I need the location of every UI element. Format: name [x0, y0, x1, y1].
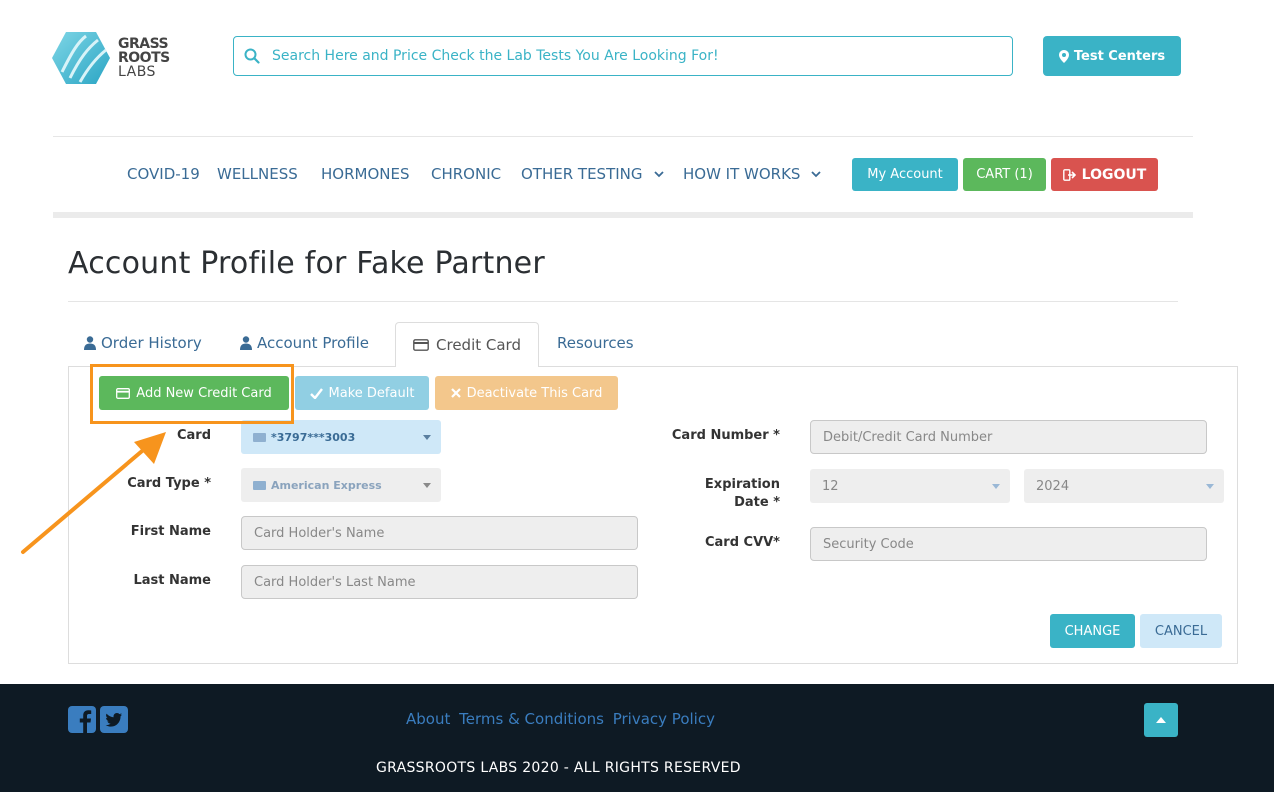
- brand-line-1: GRASS: [118, 36, 169, 52]
- header-divider: [53, 136, 1193, 137]
- footer-link-about[interactable]: About: [406, 710, 450, 728]
- caret-up-icon: [1156, 717, 1166, 723]
- close-icon: [450, 388, 461, 398]
- first-name-placeholder: Card Holder's Name: [254, 525, 385, 541]
- my-account-button[interactable]: My Account: [852, 158, 958, 191]
- deactivate-card-button[interactable]: Deactivate This Card: [435, 376, 618, 410]
- tab-resources[interactable]: Resources: [557, 334, 634, 352]
- card-type-value: American Express: [271, 478, 382, 492]
- nav-divider: [53, 212, 1193, 218]
- chevron-down-icon: [653, 171, 664, 178]
- cvv-field[interactable]: Security Code: [810, 527, 1207, 561]
- copyright-text: GRASSROOTS LABS 2020 - ALL RIGHTS RESERV…: [376, 760, 741, 776]
- logout-label: LOGOUT: [1081, 166, 1147, 183]
- cancel-label: CANCEL: [1154, 623, 1208, 639]
- footer-link-terms[interactable]: Terms & Conditions: [459, 710, 604, 728]
- tab-order-history[interactable]: Order History: [84, 334, 202, 352]
- logo-mark-icon: [52, 32, 110, 84]
- facebook-icon[interactable]: [68, 706, 96, 733]
- check-icon: [309, 387, 323, 399]
- last-name-label: Last Name: [133, 573, 211, 588]
- cancel-button[interactable]: CANCEL: [1140, 614, 1222, 648]
- title-divider: [68, 301, 1178, 302]
- last-name-field[interactable]: Card Holder's Last Name: [241, 565, 638, 599]
- card-type-select[interactable]: American Express: [241, 468, 441, 502]
- page-title: Account Profile for Fake Partner: [68, 246, 545, 281]
- exp-year-value: 2024: [1036, 478, 1070, 494]
- logout-button[interactable]: LOGOUT: [1051, 158, 1158, 191]
- annotation-arrow-icon: [21, 432, 166, 554]
- annotation-highlight-box: [90, 364, 294, 424]
- caret-down-icon: [992, 483, 1000, 489]
- credit-card-icon: [253, 480, 266, 490]
- cart-label: CART (1): [976, 167, 1033, 182]
- nav-label: WELLNESS: [217, 165, 298, 183]
- nav-label: COVID-19: [127, 165, 200, 183]
- sign-out-icon: [1062, 168, 1076, 181]
- expiration-month-select[interactable]: 12: [810, 469, 1010, 503]
- credit-card-icon: [413, 339, 429, 351]
- caret-down-icon: [423, 482, 431, 488]
- credit-card-icon: [253, 432, 266, 442]
- search-icon: [244, 48, 260, 64]
- nav-item-other-testing[interactable]: OTHER TESTING: [521, 165, 665, 183]
- user-icon: [240, 336, 252, 350]
- tab-credit-card[interactable]: Credit Card: [395, 322, 539, 367]
- my-account-label: My Account: [867, 167, 943, 182]
- search-placeholder: Search Here and Price Check the Lab Test…: [272, 48, 719, 64]
- nav-item-chronic[interactable]: CHRONIC: [431, 165, 501, 183]
- expiration-label-line-1: Expiration: [704, 477, 780, 492]
- brand-line-2: ROOTS: [118, 50, 170, 66]
- card-number-field[interactable]: Debit/Credit Card Number: [810, 420, 1207, 454]
- nav-item-hormones[interactable]: HORMONES: [321, 165, 409, 183]
- brand-line-3: LABS: [118, 64, 156, 80]
- nav-item-covid[interactable]: COVID-19: [127, 165, 200, 183]
- twitter-icon[interactable]: [100, 706, 128, 733]
- test-centers-button[interactable]: Test Centers: [1043, 36, 1181, 76]
- user-icon: [84, 336, 96, 350]
- nav-item-wellness[interactable]: WELLNESS: [217, 165, 298, 183]
- card-number-placeholder: Debit/Credit Card Number: [823, 429, 993, 445]
- map-marker-icon: [1058, 49, 1069, 63]
- make-default-button[interactable]: Make Default: [295, 376, 429, 410]
- nav-item-how-it-works[interactable]: HOW IT WORKS: [683, 165, 822, 183]
- footer-link-privacy[interactable]: Privacy Policy: [613, 710, 715, 728]
- exp-month-value: 12: [822, 478, 839, 494]
- scroll-to-top-button[interactable]: [1144, 703, 1178, 737]
- chevron-down-icon: [811, 171, 822, 178]
- last-name-placeholder: Card Holder's Last Name: [254, 574, 416, 590]
- caret-down-icon: [423, 434, 431, 440]
- card-select-value: *3797***3003: [271, 430, 356, 444]
- card-select-value-wrap: *3797***3003: [253, 431, 355, 444]
- cvv-label: Card CVV*: [704, 535, 780, 550]
- change-label: CHANGE: [1064, 623, 1121, 639]
- tab-label: Account Profile: [257, 334, 369, 352]
- search-input[interactable]: Search Here and Price Check the Lab Test…: [233, 36, 1013, 76]
- card-number-label: Card Number *: [671, 428, 780, 443]
- cvv-placeholder: Security Code: [823, 536, 914, 552]
- nav-label: CHRONIC: [431, 165, 502, 183]
- nav-label: HORMONES: [321, 165, 410, 183]
- test-centers-label: Test Centers: [1073, 48, 1166, 64]
- tab-label: Order History: [101, 334, 202, 352]
- brand-wordmark: GRASS ROOTS LABS: [118, 37, 170, 79]
- expiration-label-line-2: Date *: [734, 495, 780, 510]
- first-name-field[interactable]: Card Holder's Name: [241, 516, 638, 550]
- expiration-year-select[interactable]: 2024: [1024, 469, 1224, 503]
- brand-logo[interactable]: GRASS ROOTS LABS: [52, 32, 182, 84]
- tab-label: Credit Card: [436, 336, 521, 354]
- make-default-label: Make Default: [328, 385, 415, 401]
- change-button[interactable]: CHANGE: [1050, 614, 1135, 648]
- nav-label: HOW IT WORKS: [683, 165, 801, 183]
- cart-button[interactable]: CART (1): [963, 158, 1046, 191]
- card-type-value-wrap: American Express: [253, 479, 382, 492]
- tab-account-profile[interactable]: Account Profile: [240, 334, 369, 352]
- tab-label: Resources: [557, 334, 634, 352]
- deactivate-label: Deactivate This Card: [466, 385, 603, 401]
- caret-down-icon: [1206, 483, 1214, 489]
- nav-label: OTHER TESTING: [521, 165, 643, 183]
- footer-links: About Terms & Conditions Privacy Policy: [406, 710, 719, 728]
- card-select[interactable]: *3797***3003: [241, 420, 441, 454]
